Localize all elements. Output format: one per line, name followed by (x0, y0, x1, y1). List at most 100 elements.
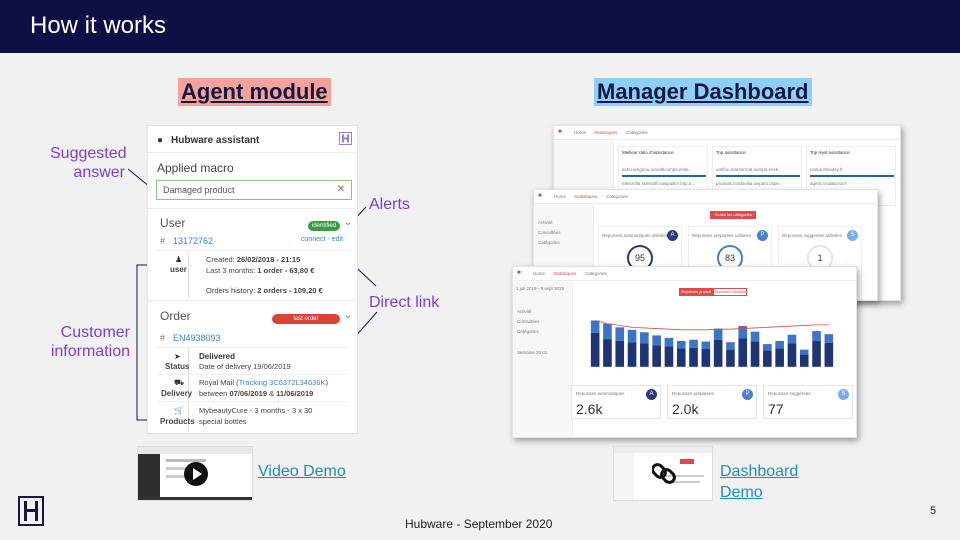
bar-light (627, 329, 637, 343)
bar-dark (726, 349, 735, 367)
status-date: Date of delivery 19/06/2019 (199, 362, 291, 371)
bar-light (775, 340, 784, 349)
user-icon: ♟ (175, 255, 183, 264)
bar-light (664, 337, 674, 347)
dashboard-demo-link[interactable]: Dashboard Demo (720, 461, 798, 503)
bar-dark (775, 348, 784, 367)
bar-dark (640, 343, 649, 367)
delivery-carrier-line: Royal Mail (Tracking 3C6372L34636K) (199, 378, 328, 387)
assistant-header: Hubware assistant (171, 135, 260, 146)
orders-history-line: Orders history: 2 orders - 109,20 € (206, 286, 323, 295)
header-divider (148, 152, 357, 153)
bar-light (799, 349, 809, 355)
bar-light (824, 334, 834, 343)
bar-dark (664, 346, 674, 367)
play-icon (193, 468, 202, 480)
assistant-icon: ● (157, 135, 164, 146)
bar-dark (603, 339, 612, 367)
user-section-label: User (160, 216, 186, 230)
kpi-card-prepared: Réponses préparées P 2.0k (667, 385, 757, 419)
bar-light (603, 323, 612, 340)
app-logo-icon: ■ (517, 270, 521, 276)
bar-light (615, 327, 625, 341)
bar-dark (676, 348, 686, 367)
app-logo-icon: ■ (558, 129, 562, 135)
bar-dark (713, 339, 723, 367)
page-number: 5 (930, 505, 937, 517)
chevron-down-icon[interactable]: ⌄ (344, 217, 352, 228)
created-line: Created: 26/02/2018 - 21:15 (206, 255, 301, 264)
dashboard-screenshot-front: ■ Home Statistiques Catégories 1 juil 20… (512, 266, 857, 438)
status-label: Status (165, 362, 190, 371)
order-section-label: Order (160, 309, 191, 323)
customer-info-bracket (136, 264, 147, 421)
app-logo-icon: ■ (538, 193, 542, 199)
bar-light (676, 340, 686, 349)
bar-dark (787, 343, 797, 367)
bar-light (640, 332, 649, 344)
bar-dark (627, 342, 637, 367)
bar-light (726, 342, 735, 350)
truck-icon: ⛟ (174, 378, 185, 387)
bar-dark (799, 354, 809, 367)
bar-light (590, 320, 600, 333)
bar-dark (750, 341, 760, 367)
agent-assistant-card: ● Hubware assistant Applied macro Damage… (147, 125, 358, 434)
close-icon[interactable]: ✕ (337, 184, 345, 195)
delivery-label: Delivery (161, 389, 193, 398)
bar-line-chart (589, 320, 835, 368)
kpi-card-suggested: Réponses suggérées S 77 (763, 385, 853, 419)
trend-line (595, 320, 829, 331)
bar-dark (701, 349, 711, 367)
video-demo-link[interactable]: Video Demo (258, 461, 346, 482)
bar-dark (590, 332, 600, 367)
bar-light (763, 344, 772, 351)
footer-text: Hubware - September 2020 (405, 517, 553, 531)
identified-badge: identified (308, 221, 340, 231)
bar-light (750, 331, 760, 342)
bar-dark (652, 345, 661, 367)
send-icon: ➤ (174, 352, 181, 361)
chevron-down-icon[interactable]: ⌄ (344, 310, 352, 321)
bar-dark (738, 338, 748, 367)
applied-macro-label: Applied macro (157, 161, 234, 175)
user-id-link[interactable]: 13172762 (173, 236, 213, 246)
last-3-months-line: Last 3 months: 1 order - 63,80 € (206, 266, 315, 275)
products-label: Products (160, 417, 195, 426)
products-line-1: MybeautyCure - 3 months - 3 x 30 (199, 406, 313, 415)
connect-edit-link[interactable]: connect - edit (301, 236, 343, 243)
bar-light (812, 331, 821, 341)
hash-icon: # (160, 333, 166, 343)
hubware-logo (18, 496, 44, 526)
video-thumbnail[interactable] (137, 446, 253, 501)
cart-icon: 🛒 (174, 406, 184, 415)
bar-dark (812, 340, 821, 367)
user-icon-label: user (170, 265, 187, 274)
bar-light (713, 328, 723, 340)
bar-light (689, 339, 698, 348)
hubware-logo-icon (339, 132, 352, 145)
macro-value: Damaged product (163, 185, 235, 195)
kpi-card-automatic: Réponses automatiques A 2.6k (571, 385, 661, 419)
used-responses-button: Réponses utilisées (713, 288, 747, 296)
all-categories-button: Toutes les catégories (710, 211, 756, 219)
order-id-link[interactable]: EN4938093 (173, 333, 221, 343)
bar-light (787, 334, 797, 344)
delivery-dates-line: between 07/06/2019 & 11/06/2019 (199, 389, 314, 398)
bar-light (701, 341, 711, 350)
bar-dark (824, 342, 834, 367)
products-line-2: special bottles (199, 417, 247, 426)
status-title: Delivered (199, 352, 236, 361)
last-order-badge: last order (272, 314, 340, 324)
products-button: Réponses produit (679, 288, 713, 296)
bar-dark (615, 340, 625, 367)
tracking-link[interactable]: Tracking 3C6372L34636K (239, 378, 326, 387)
bar-dark (689, 347, 698, 367)
macro-select[interactable]: Damaged product ✕ (156, 180, 352, 200)
play-button[interactable] (184, 462, 208, 486)
link-icon (652, 463, 676, 484)
dashboard-demo-thumbnail[interactable] (613, 446, 713, 501)
bar-dark (763, 350, 772, 367)
bar-light (652, 335, 661, 346)
bar-light (738, 326, 748, 339)
